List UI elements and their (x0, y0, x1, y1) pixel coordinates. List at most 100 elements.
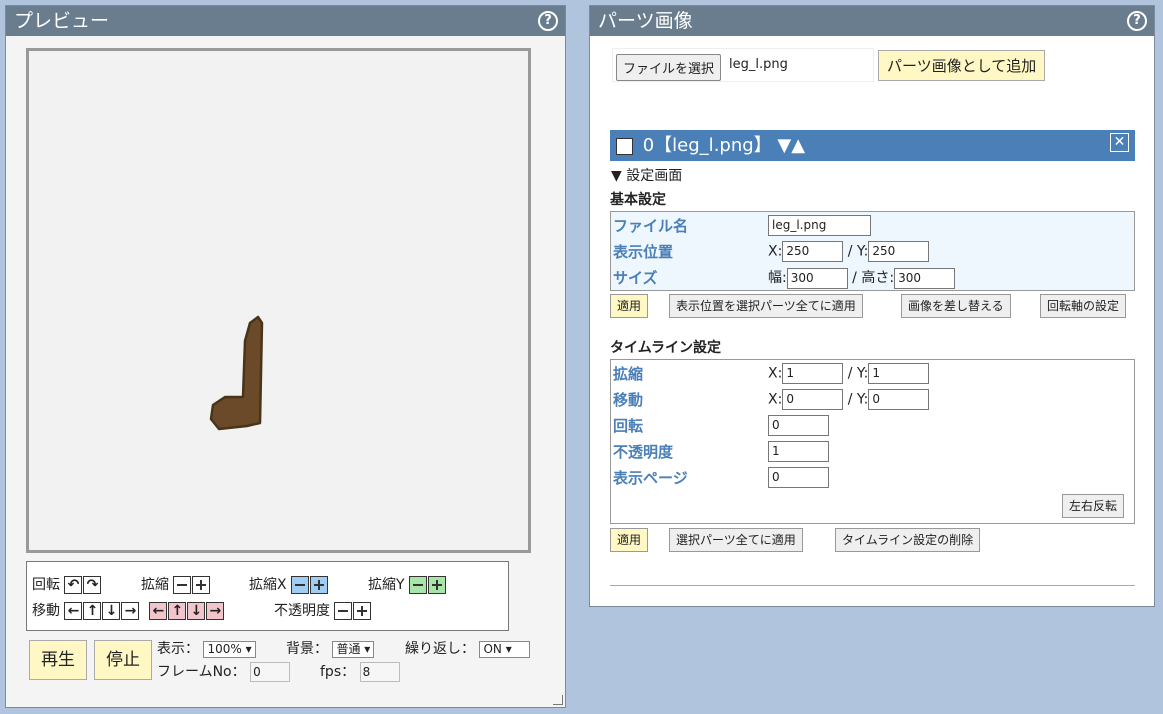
rotate-label: 回転 (32, 577, 60, 593)
scale-y-minus-icon[interactable] (409, 576, 428, 594)
opacity-plus-icon[interactable] (353, 602, 372, 620)
transform-controls: 回転 ↶ ↷ 拡縮 拡縮X 拡縮Y 移動 ← ↑ ↓ → ← ↑ ↓ → 不透明度 (26, 561, 509, 631)
pivot-settings-button[interactable]: 回転軸の設定 (1040, 294, 1127, 318)
move-fast-down-icon[interactable]: ↓ (187, 602, 206, 620)
tl-move-y-field[interactable]: 0 (868, 389, 930, 410)
close-icon[interactable]: ✕ (1110, 133, 1129, 152)
height-label: / 高さ: (852, 270, 895, 286)
tl-move-label: 移動 (613, 391, 644, 409)
move-up-icon[interactable]: ↑ (83, 602, 102, 620)
tl-rotate-field[interactable]: 0 (768, 415, 829, 436)
loop-select[interactable]: ON ▾ (479, 640, 531, 658)
part-header-title: 0【leg_l.png】 (642, 135, 772, 156)
filename-field[interactable]: leg_l.png (768, 215, 871, 236)
chosen-file-name: leg_l.png (729, 57, 788, 72)
scale-minus-icon[interactable] (173, 576, 192, 594)
opacity-label: 不透明度 (274, 603, 330, 619)
divider (610, 585, 1135, 586)
resize-grip-icon[interactable] (553, 695, 563, 705)
basic-settings-heading: 基本設定 (610, 192, 666, 208)
apply-timeline-all-button[interactable]: 選択パーツ全てに適用 (669, 528, 803, 552)
width-label: 幅: (768, 270, 787, 286)
scale-x-minus-icon[interactable] (291, 576, 310, 594)
background-select[interactable]: 普通 ▾ (332, 640, 375, 658)
timeline-settings-heading: タイムライン設定 (610, 340, 722, 356)
loop-label: 繰り返し： (405, 641, 475, 657)
help-icon[interactable]: ? (538, 11, 558, 31)
parts-title: パーツ画像 (598, 10, 693, 32)
help-icon[interactable]: ? (1127, 11, 1147, 31)
pos-y-field[interactable]: 250 (868, 241, 930, 262)
move-label: 移動 (32, 603, 60, 619)
tl-scale-x-field[interactable]: 1 (782, 363, 844, 384)
scale-x-plus-icon[interactable] (310, 576, 329, 594)
apply-timeline-button[interactable]: 適用 (610, 528, 649, 552)
parts-panel: パーツ画像 ? ファイルを選択 leg_l.png パーツ画像として追加 0【l… (589, 5, 1155, 607)
frame-label: フレームNo： (157, 664, 246, 680)
zoom-select[interactable]: 100% ▾ (203, 640, 256, 658)
fps-label: fps： (320, 664, 356, 680)
tl-scale-y-field[interactable]: 1 (868, 363, 930, 384)
fps-field[interactable]: 8 (359, 662, 400, 682)
timeline-settings-table: 拡縮 X: 1 / Y: 1 移動 X: 0 / Y: 0 回転 0 不透明度 1 表示… (610, 359, 1135, 524)
preview-title-bar: プレビュー ? (6, 6, 565, 36)
pos-x-field[interactable]: 250 (782, 241, 844, 262)
move-up-part-icon[interactable]: ▲ (791, 135, 805, 156)
background-label: 背景： (286, 641, 328, 657)
scale-plus-icon[interactable] (192, 576, 211, 594)
play-button[interactable]: 再生 (29, 640, 87, 680)
rotate-left-icon[interactable]: ↶ (64, 576, 83, 594)
position-label: 表示位置 (613, 243, 674, 261)
tl-page-field[interactable]: 0 (768, 467, 829, 488)
file-input: ファイルを選択 leg_l.png (612, 48, 874, 82)
scale-label: 拡縮 (141, 577, 169, 593)
move-down-icon[interactable]: ↓ (102, 602, 121, 620)
move-down-part-icon[interactable]: ▼ (777, 135, 791, 156)
add-part-image-button[interactable]: パーツ画像として追加 (878, 50, 1046, 81)
tl-opacity-field[interactable]: 1 (768, 441, 829, 462)
pos-x-label: X: (768, 243, 783, 260)
preview-panel: プレビュー ? 回転 ↶ ↷ 拡縮 拡縮X 拡縮Y 移動 ← ↑ ↓ → ← ↑ ↓ → (5, 5, 566, 708)
move-fast-left-icon[interactable]: ← (149, 602, 168, 620)
apply-basic-button[interactable]: 適用 (610, 294, 649, 318)
scale-y-label: 拡縮Y (368, 577, 405, 593)
tl-scale-label: 拡縮 (613, 365, 644, 383)
tl-rotate-label: 回転 (613, 417, 644, 435)
tl-page-label: 表示ページ (613, 469, 688, 487)
pos-y-label: / Y: (847, 243, 869, 260)
replace-image-button[interactable]: 画像を差し替える (901, 294, 1011, 318)
height-field[interactable]: 300 (894, 267, 956, 289)
tl-move-x-field[interactable]: 0 (782, 389, 844, 410)
delete-timeline-button[interactable]: タイムライン設定の削除 (835, 528, 981, 552)
tl-scale-x-label: X: (768, 365, 783, 382)
apply-position-all-button[interactable]: 表示位置を選択パーツ全てに適用 (669, 294, 863, 318)
flip-horizontal-button[interactable]: 左右反転 (1062, 494, 1125, 518)
scale-x-label: 拡縮X (249, 577, 287, 593)
basic-settings-table: ファイル名 leg_l.png 表示位置 X: 250 / Y: 250 サイズ 幅… (610, 211, 1135, 291)
display-label: 表示： (157, 641, 199, 657)
rotate-right-icon[interactable]: ↷ (83, 576, 102, 594)
scale-y-plus-icon[interactable] (428, 576, 447, 594)
tl-move-y-label: / Y: (847, 391, 869, 408)
choose-file-button[interactable]: ファイルを選択 (616, 54, 722, 81)
part-select-checkbox[interactable] (616, 137, 633, 155)
parts-title-bar: パーツ画像 ? (590, 6, 1154, 36)
part-header: 0【leg_l.png】 ▼▲ ✕ (610, 130, 1135, 161)
leg-part-image (209, 315, 264, 431)
move-fast-up-icon[interactable]: ↑ (168, 602, 187, 620)
move-right-icon[interactable]: → (121, 602, 140, 620)
settings-toggle[interactable]: ▼ 設定画面 (611, 165, 682, 185)
tl-opacity-label: 不透明度 (613, 443, 674, 461)
frame-field: 0 (250, 662, 291, 682)
preview-canvas[interactable] (26, 48, 531, 553)
width-field[interactable]: 300 (786, 267, 848, 289)
stop-button[interactable]: 停止 (94, 640, 152, 680)
preview-title: プレビュー (14, 10, 110, 32)
tl-scale-y-label: / Y: (847, 365, 869, 382)
filename-label: ファイル名 (613, 217, 689, 235)
opacity-minus-icon[interactable] (334, 602, 353, 620)
size-label: サイズ (613, 269, 658, 287)
move-left-icon[interactable]: ← (64, 602, 83, 620)
tl-move-x-label: X: (768, 391, 783, 408)
move-fast-right-icon[interactable]: → (206, 602, 225, 620)
